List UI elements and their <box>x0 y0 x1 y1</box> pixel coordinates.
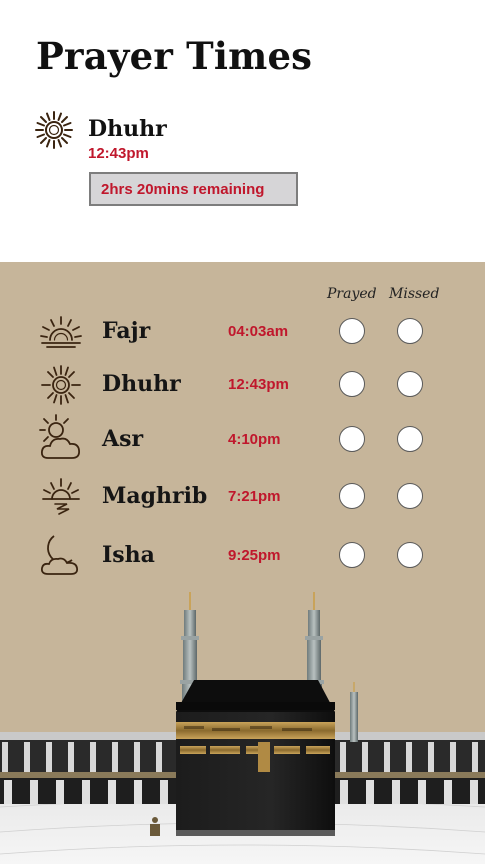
sun-cloud-icon <box>39 414 81 459</box>
prayer-row-maghrib: Maghrib 7:21pm <box>0 475 485 519</box>
prayer-row-asr: Asr 4:10pm <box>0 414 485 462</box>
prayer-time: 4:10pm <box>228 431 281 448</box>
prayer-name: Dhuhr <box>102 371 181 397</box>
column-header-missed: Missed <box>389 286 440 302</box>
time-remaining-box: 2hrs 20mins remaining <box>89 172 298 206</box>
sunset-icon <box>42 478 80 515</box>
current-prayer-time: 12:43pm <box>88 145 149 162</box>
prayer-time: 04:03am <box>228 323 289 340</box>
page-title: Prayer Times <box>36 34 313 78</box>
prayed-radio-dhuhr[interactable] <box>339 371 365 397</box>
column-header-prayed: Prayed <box>327 286 377 302</box>
missed-radio-maghrib[interactable] <box>397 483 423 509</box>
missed-radio-isha[interactable] <box>397 542 423 568</box>
prayer-row-isha: Isha 9:25pm <box>0 534 485 578</box>
prayed-radio-maghrib[interactable] <box>339 483 365 509</box>
sun-icon <box>35 111 73 149</box>
prayer-row-fajr: Fajr 04:03am <box>0 310 485 354</box>
prayer-name: Asr <box>102 426 144 452</box>
prayed-radio-fajr[interactable] <box>339 318 365 344</box>
prayer-name: Fajr <box>102 318 151 344</box>
current-prayer-name: Dhuhr <box>88 116 167 142</box>
prayer-time: 7:21pm <box>228 488 281 505</box>
prayer-name: Maghrib <box>102 483 208 509</box>
sun-icon <box>41 365 81 405</box>
kaaba-illustration <box>0 592 485 864</box>
missed-radio-dhuhr[interactable] <box>397 371 423 397</box>
missed-radio-fajr[interactable] <box>397 318 423 344</box>
prayer-name: Isha <box>102 542 155 568</box>
prayer-row-dhuhr: Dhuhr 12:43pm <box>0 363 485 407</box>
missed-radio-asr[interactable] <box>397 426 423 452</box>
prayer-table-panel: Prayed Missed Fajr 04:03am Dhuhr 12:43pm… <box>0 262 485 864</box>
prayed-radio-isha[interactable] <box>339 542 365 568</box>
prayed-radio-asr[interactable] <box>339 426 365 452</box>
prayer-time: 9:25pm <box>228 547 281 564</box>
prayer-time: 12:43pm <box>228 376 289 393</box>
header-section: Prayer Times Dhuhr 12:43pm 2hrs 20mins r… <box>0 0 485 262</box>
sunrise-icon <box>40 316 82 348</box>
moon-cloud-icon <box>40 535 79 575</box>
